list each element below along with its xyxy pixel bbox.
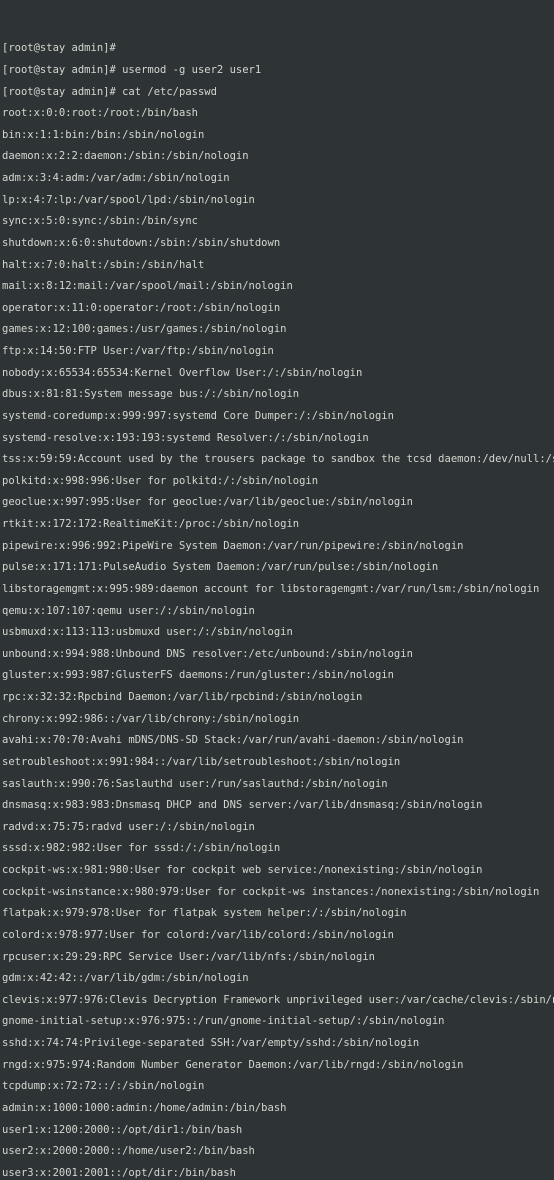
terminal-line: gluster:x:993:987:GlusterFS daemons:/run… (2, 670, 552, 681)
terminal-line: colord:x:978:977:User for colord:/var/li… (2, 930, 552, 941)
terminal-line: systemd-coredump:x:999:997:systemd Core … (2, 411, 552, 422)
terminal-line: dnsmasq:x:983:983:Dnsmasq DHCP and DNS s… (2, 800, 552, 811)
terminal-line: user3:x:2001:2001::/opt/dir:/bin/bash (2, 1168, 552, 1179)
terminal-output[interactable]: [root@stay admin]# [root@stay admin]# us… (0, 32, 554, 1180)
terminal-line: gnome-initial-setup:x:976:975::/run/gnom… (2, 1016, 552, 1027)
terminal-line: operator:x:11:0:operator:/root:/sbin/nol… (2, 303, 552, 314)
terminal-line: setroubleshoot:x:991:984::/var/lib/setro… (2, 757, 552, 768)
terminal-line: sshd:x:74:74:Privilege-separated SSH:/va… (2, 1038, 552, 1049)
terminal-line: qemu:x:107:107:qemu user:/:/sbin/nologin (2, 606, 552, 617)
terminal-line: nobody:x:65534:65534:Kernel Overflow Use… (2, 368, 552, 379)
terminal-line: usbmuxd:x:113:113:usbmuxd user:/:/sbin/n… (2, 627, 552, 638)
terminal-line: daemon:x:2:2:daemon:/sbin:/sbin/nologin (2, 151, 552, 162)
terminal-line: geoclue:x:997:995:User for geoclue:/var/… (2, 497, 552, 508)
terminal-line: sync:x:5:0:sync:/sbin:/bin/sync (2, 216, 552, 227)
terminal-line: [root@stay admin]# cat /etc/passwd (2, 87, 552, 98)
terminal-line: lp:x:4:7:lp:/var/spool/lpd:/sbin/nologin (2, 195, 552, 206)
terminal-line: games:x:12:100:games:/usr/games:/sbin/no… (2, 324, 552, 335)
terminal-line: bin:x:1:1:bin:/bin:/sbin/nologin (2, 130, 552, 141)
terminal-line: polkitd:x:998:996:User for polkitd:/:/sb… (2, 476, 552, 487)
terminal-line: adm:x:3:4:adm:/var/adm:/sbin/nologin (2, 173, 552, 184)
terminal-line: pulse:x:171:171:PulseAudio System Daemon… (2, 562, 552, 573)
terminal-line: avahi:x:70:70:Avahi mDNS/DNS-SD Stack:/v… (2, 735, 552, 746)
terminal-line: root:x:0:0:root:/root:/bin/bash (2, 108, 552, 119)
terminal-line: pipewire:x:996:992:PipeWire System Daemo… (2, 541, 552, 552)
terminal-line: mail:x:8:12:mail:/var/spool/mail:/sbin/n… (2, 281, 552, 292)
terminal-line: cockpit-wsinstance:x:980:979:User for co… (2, 887, 552, 898)
terminal-line: rngd:x:975:974:Random Number Generator D… (2, 1060, 552, 1071)
terminal-line: shutdown:x:6:0:shutdown:/sbin:/sbin/shut… (2, 238, 552, 249)
terminal-line: radvd:x:75:75:radvd user:/:/sbin/nologin (2, 822, 552, 833)
terminal-line: chrony:x:992:986::/var/lib/chrony:/sbin/… (2, 714, 552, 725)
terminal-line: systemd-resolve:x:193:193:systemd Resolv… (2, 433, 552, 444)
terminal-line: tss:x:59:59:Account used by the trousers… (2, 454, 552, 465)
terminal-line: halt:x:7:0:halt:/sbin:/sbin/halt (2, 260, 552, 271)
terminal-line: dbus:x:81:81:System message bus:/:/sbin/… (2, 389, 552, 400)
terminal-line: clevis:x:977:976:Clevis Decryption Frame… (2, 995, 552, 1006)
terminal-line: libstoragemgmt:x:995:989:daemon account … (2, 584, 552, 595)
terminal-line: unbound:x:994:988:Unbound DNS resolver:/… (2, 649, 552, 660)
terminal-line: ftp:x:14:50:FTP User:/var/ftp:/sbin/nolo… (2, 346, 552, 357)
terminal-line: [root@stay admin]# usermod -g user2 user… (2, 65, 552, 76)
terminal-line: rtkit:x:172:172:RealtimeKit:/proc:/sbin/… (2, 519, 552, 530)
terminal-line: saslauth:x:990:76:Saslauthd user:/run/sa… (2, 779, 552, 790)
terminal-line: rpc:x:32:32:Rpcbind Daemon:/var/lib/rpcb… (2, 692, 552, 703)
terminal-line: user1:x:1200:2000::/opt/dir1:/bin/bash (2, 1125, 552, 1136)
terminal-line: gdm:x:42:42::/var/lib/gdm:/sbin/nologin (2, 973, 552, 984)
terminal-line: cockpit-ws:x:981:980:User for cockpit we… (2, 865, 552, 876)
terminal-line: [root@stay admin]# (2, 43, 552, 54)
terminal-line: sssd:x:982:982:User for sssd:/:/sbin/nol… (2, 843, 552, 854)
terminal-line: tcpdump:x:72:72::/:/sbin/nologin (2, 1081, 552, 1092)
terminal-line: admin:x:1000:1000:admin:/home/admin:/bin… (2, 1103, 552, 1114)
terminal-line: flatpak:x:979:978:User for flatpak syste… (2, 908, 552, 919)
terminal-line: user2:x:2000:2000::/home/user2:/bin/bash (2, 1146, 552, 1157)
terminal-line: rpcuser:x:29:29:RPC Service User:/var/li… (2, 952, 552, 963)
